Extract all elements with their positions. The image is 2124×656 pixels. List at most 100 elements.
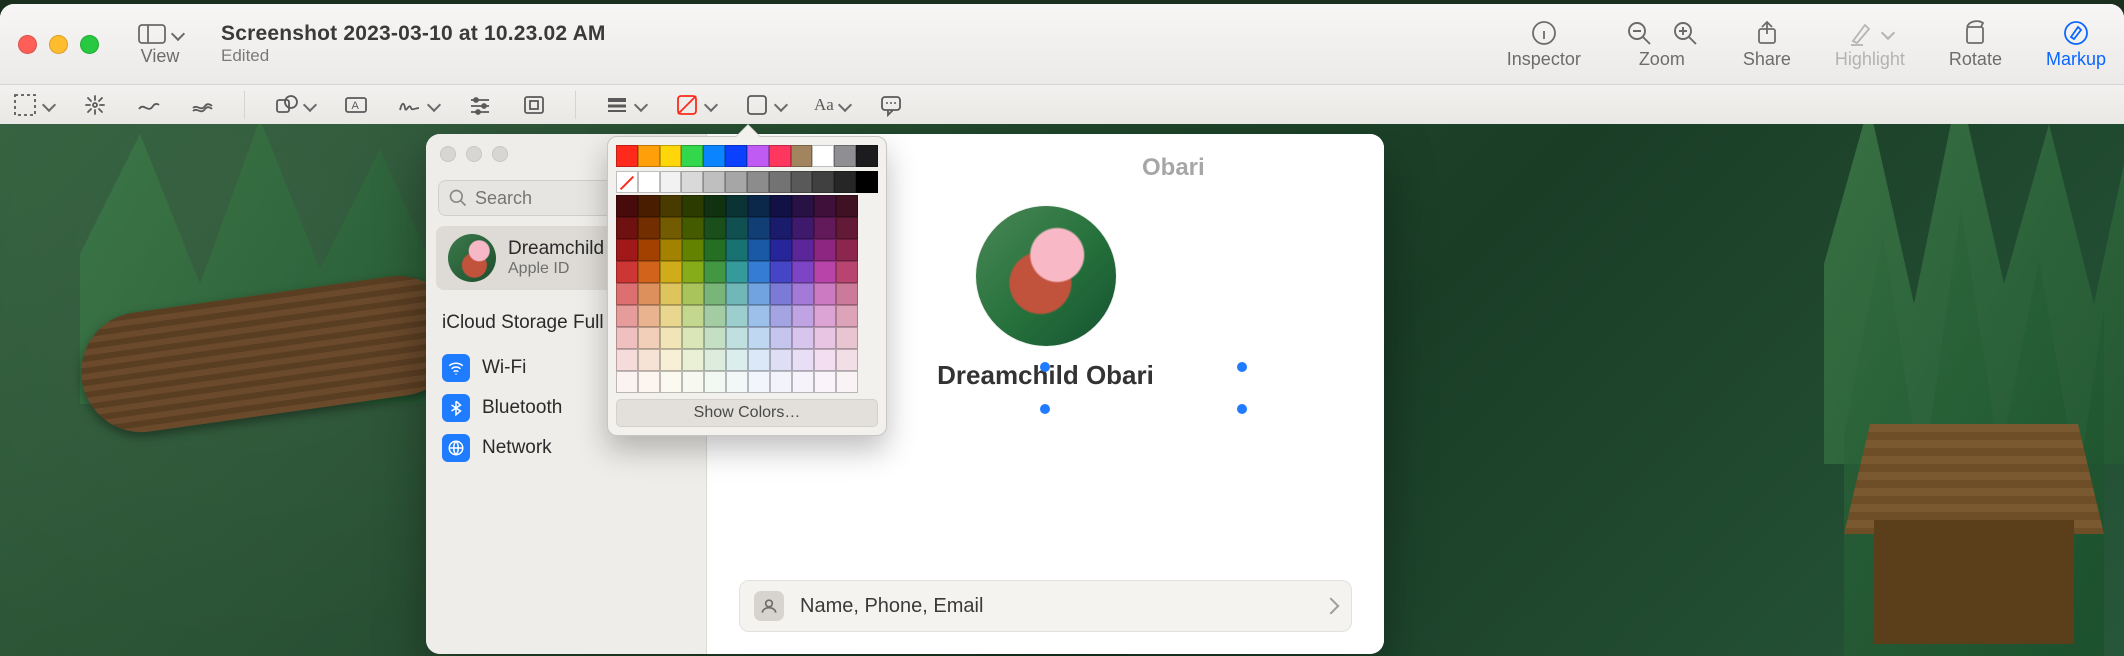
color-swatch[interactable]: [638, 217, 660, 239]
color-swatch[interactable]: [748, 305, 770, 327]
color-swatch[interactable]: [791, 171, 813, 193]
color-swatch[interactable]: [704, 261, 726, 283]
color-swatch[interactable]: [682, 305, 704, 327]
annotate-button[interactable]: [878, 92, 904, 118]
color-swatch[interactable]: [836, 261, 858, 283]
color-swatch[interactable]: [748, 195, 770, 217]
color-swatch[interactable]: [616, 327, 638, 349]
color-swatch[interactable]: [726, 349, 748, 371]
color-swatch[interactable]: [770, 349, 792, 371]
color-swatch[interactable]: [704, 349, 726, 371]
color-swatch[interactable]: [770, 305, 792, 327]
color-swatch[interactable]: [792, 261, 814, 283]
color-swatch[interactable]: [792, 371, 814, 393]
color-swatch[interactable]: [638, 145, 660, 167]
color-swatch[interactable]: [704, 283, 726, 305]
color-swatch[interactable]: [726, 195, 748, 217]
color-swatch[interactable]: [770, 217, 792, 239]
color-swatch[interactable]: [638, 239, 660, 261]
color-swatch[interactable]: [682, 327, 704, 349]
color-swatch[interactable]: [638, 195, 660, 217]
color-swatch[interactable]: [770, 239, 792, 261]
color-swatch[interactable]: [748, 283, 770, 305]
color-swatch[interactable]: [682, 261, 704, 283]
inspector-button[interactable]: Inspector: [1507, 19, 1581, 70]
color-swatch[interactable]: [726, 371, 748, 393]
color-swatch[interactable]: [814, 239, 836, 261]
color-swatch[interactable]: [770, 195, 792, 217]
color-swatch[interactable]: [660, 217, 682, 239]
color-swatch[interactable]: [814, 261, 836, 283]
color-swatch[interactable]: [616, 283, 638, 305]
sign-tool-button[interactable]: [397, 92, 439, 118]
color-swatch[interactable]: [616, 171, 638, 193]
inner-window-button[interactable]: [466, 146, 482, 162]
color-swatch[interactable]: [638, 305, 660, 327]
color-swatch[interactable]: [792, 283, 814, 305]
color-swatch[interactable]: [726, 239, 748, 261]
color-swatch[interactable]: [638, 371, 660, 393]
color-swatch[interactable]: [660, 261, 682, 283]
selection-tool-button[interactable]: [12, 92, 54, 118]
minimize-window-button[interactable]: [49, 35, 68, 54]
color-swatch[interactable]: [660, 145, 682, 167]
color-swatch[interactable]: [769, 145, 791, 167]
color-swatch[interactable]: [770, 327, 792, 349]
color-swatch[interactable]: [726, 217, 748, 239]
color-swatch[interactable]: [836, 239, 858, 261]
color-swatch[interactable]: [834, 145, 856, 167]
color-swatch[interactable]: [616, 217, 638, 239]
close-window-button[interactable]: [18, 35, 37, 54]
fullscreen-window-button[interactable]: [80, 35, 99, 54]
color-swatch[interactable]: [660, 305, 682, 327]
color-swatch[interactable]: [616, 239, 638, 261]
color-swatch[interactable]: [856, 145, 878, 167]
color-swatch[interactable]: [682, 349, 704, 371]
color-swatch[interactable]: [638, 261, 660, 283]
color-swatch[interactable]: [616, 261, 638, 283]
text-tool-button[interactable]: A: [343, 92, 369, 118]
draw-tool-button[interactable]: [136, 92, 162, 118]
color-swatch[interactable]: [748, 217, 770, 239]
color-swatch[interactable]: [682, 195, 704, 217]
color-swatch[interactable]: [747, 171, 769, 193]
color-swatch[interactable]: [638, 171, 660, 193]
color-swatch[interactable]: [836, 305, 858, 327]
color-swatch[interactable]: [660, 371, 682, 393]
color-swatch[interactable]: [704, 239, 726, 261]
zoom-button[interactable]: Zoom: [1625, 19, 1699, 70]
color-swatch[interactable]: [616, 145, 638, 167]
color-swatch[interactable]: [704, 371, 726, 393]
color-swatch[interactable]: [748, 371, 770, 393]
color-swatch[interactable]: [769, 171, 791, 193]
adjust-color-tool-button[interactable]: [467, 92, 493, 118]
shapes-tool-button[interactable]: [273, 92, 315, 118]
color-swatch[interactable]: [814, 349, 836, 371]
color-swatch[interactable]: [748, 239, 770, 261]
color-swatch[interactable]: [770, 371, 792, 393]
color-swatch[interactable]: [704, 327, 726, 349]
color-swatch[interactable]: [726, 283, 748, 305]
color-swatch[interactable]: [836, 349, 858, 371]
color-swatch[interactable]: [812, 171, 834, 193]
color-swatch[interactable]: [638, 283, 660, 305]
color-swatch[interactable]: [726, 327, 748, 349]
shape-style-button[interactable]: [604, 92, 646, 118]
color-swatch[interactable]: [616, 195, 638, 217]
color-swatch[interactable]: [660, 283, 682, 305]
color-swatch[interactable]: [725, 171, 747, 193]
color-swatch[interactable]: [660, 349, 682, 371]
color-swatch[interactable]: [726, 305, 748, 327]
border-color-button[interactable]: [674, 92, 716, 118]
color-swatch[interactable]: [616, 371, 638, 393]
color-swatch[interactable]: [834, 171, 856, 193]
color-swatch[interactable]: [682, 239, 704, 261]
color-swatch[interactable]: [616, 305, 638, 327]
color-swatch[interactable]: [770, 261, 792, 283]
view-menu[interactable]: View: [137, 22, 183, 67]
fill-color-button[interactable]: [744, 92, 786, 118]
color-swatch[interactable]: [748, 261, 770, 283]
color-swatch[interactable]: [616, 349, 638, 371]
color-swatch[interactable]: [725, 145, 747, 167]
color-swatch[interactable]: [703, 171, 725, 193]
